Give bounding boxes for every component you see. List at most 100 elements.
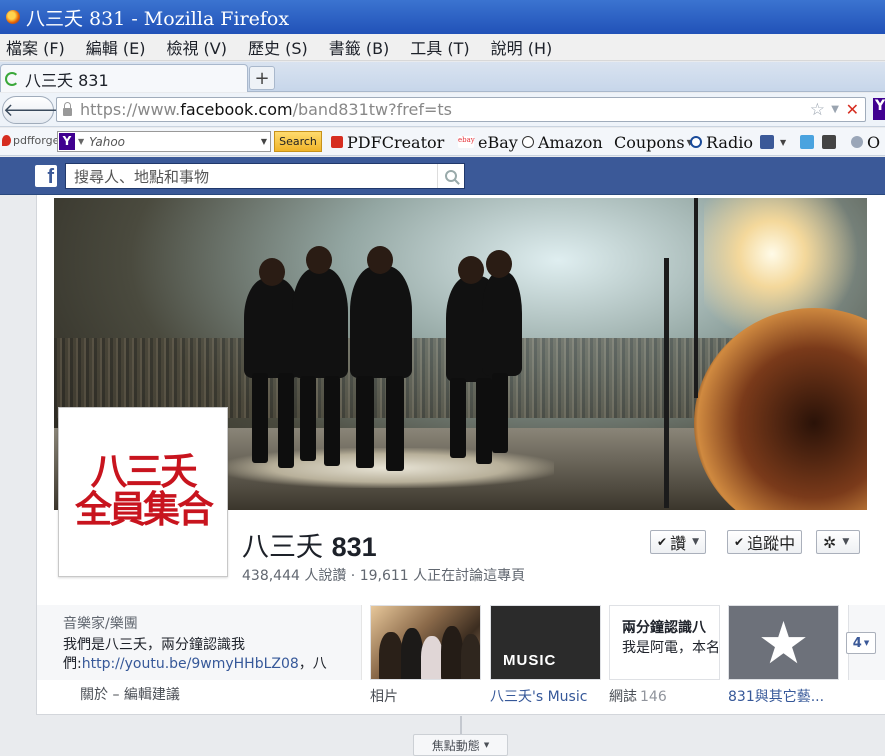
- back-button[interactable]: 🡐: [3, 100, 51, 121]
- youtube-link[interactable]: http://youtu.be/9wmyHHbLZ08: [82, 656, 299, 672]
- timeline-line: [460, 716, 462, 734]
- notes-app-thumb[interactable]: 兩分鐘認識八 我是阿電，本名: [609, 605, 720, 680]
- loading-icon: [5, 71, 19, 86]
- other-label-text: 831與其它藝...: [728, 689, 825, 705]
- about-box: 音樂家/樂團 我們是八三夭，兩分鐘認識我們:http://youtu.be/9w…: [37, 605, 362, 680]
- bookmark-coupons[interactable]: Coupons ▼: [614, 131, 693, 153]
- logo-line-2: 全員集合: [75, 487, 214, 531]
- band-member-4-leg: [476, 378, 492, 464]
- search-icon[interactable]: [437, 164, 464, 188]
- page-category[interactable]: 音樂家/樂團: [63, 613, 361, 633]
- url-bar[interactable]: https://www.facebook.com/band831tw?fref=…: [56, 97, 866, 122]
- bookmark-facebook[interactable]: ▼: [760, 131, 786, 153]
- bookmark-overflow[interactable]: O: [851, 131, 880, 153]
- yahoo-logo-icon: Y: [59, 133, 75, 150]
- ebay-icon: ebay: [458, 136, 475, 148]
- other-app-label[interactable]: 831與其它藝...: [728, 686, 848, 706]
- stop-icon[interactable]: ✕: [846, 100, 859, 119]
- notes-thumb-line: 我是阿電，本名: [622, 640, 720, 656]
- photos-label-text: 相片: [370, 689, 398, 705]
- menu-bookmarks[interactable]: 書籤 (B): [329, 35, 390, 59]
- like-button[interactable]: ✔ 讚 ▼: [650, 530, 706, 554]
- new-tab-button[interactable]: +: [249, 66, 275, 90]
- twitter-icon: [800, 135, 814, 149]
- about-links[interactable]: 關於 – 編輯建議: [80, 684, 180, 704]
- page-stats: 438,444 人說讚 · 19,611 人正在討論這專頁: [242, 565, 525, 585]
- music-thumb-label: MUSIC: [503, 652, 557, 669]
- browser-tab[interactable]: 八三夭 831: [0, 64, 248, 92]
- yahoo-icon[interactable]: Y: [873, 98, 885, 120]
- bookmark-star-icon[interactable]: ☆: [810, 100, 825, 120]
- profile-picture[interactable]: 八三夭 全員集合: [58, 407, 228, 577]
- other-app-thumb[interactable]: ★: [728, 605, 839, 680]
- facebook-logo-icon[interactable]: f: [35, 165, 57, 187]
- url-history-dropdown-icon[interactable]: ▼: [831, 104, 839, 115]
- facebook-small-icon: [760, 135, 774, 149]
- recent-activity-button[interactable]: 焦點動態 ▼: [413, 734, 508, 756]
- bookmark-amazon[interactable]: Amazon: [522, 131, 603, 153]
- music-app-thumb[interactable]: MUSIC: [490, 605, 601, 680]
- gear-icon: [851, 136, 863, 148]
- band-member-5-head: [486, 250, 512, 278]
- menu-history[interactable]: 歷史 (S): [248, 35, 308, 59]
- menu-tools[interactable]: 工具 (T): [410, 35, 469, 59]
- pdfforge-icon: [2, 135, 11, 146]
- lock-icon: [63, 101, 72, 116]
- notes-app-label[interactable]: 網誌 146: [609, 686, 720, 706]
- menu-help[interactable]: 說明 (H): [491, 35, 553, 59]
- check-icon: ✔: [734, 535, 745, 549]
- music-label-text: 八三夭's Music: [490, 689, 588, 705]
- menu-view[interactable]: 檢視 (V): [166, 35, 227, 59]
- bookmark-radio[interactable]: Radio: [690, 131, 753, 153]
- bookmark-ebay[interactable]: ebay eBay: [458, 131, 518, 153]
- description-tail: ，八: [298, 656, 327, 672]
- chevron-down-icon: ▼: [692, 537, 699, 547]
- facebook-search-input[interactable]: 搜尋人、地點和事物: [65, 163, 465, 189]
- url-path: /band831tw?fref=ts: [292, 100, 452, 119]
- stats-separator: ·: [350, 568, 356, 584]
- photo-figure: [441, 626, 463, 679]
- page-title-cjk: 八三夭: [242, 532, 323, 563]
- band-member-3: [350, 266, 412, 378]
- bookmark-radio-label: Radio: [706, 132, 753, 152]
- page-title[interactable]: 八三夭 831: [242, 525, 377, 564]
- search-history-dropdown-icon[interactable]: ▼: [261, 137, 267, 146]
- bookmark-twitter[interactable]: [800, 131, 818, 153]
- band-member-5: [482, 272, 522, 376]
- firefox-icon: [6, 10, 20, 24]
- pdfforge-logo[interactable]: pdfforge: [2, 134, 59, 147]
- likes-count[interactable]: 438,444 人說讚: [242, 568, 346, 584]
- band-member-4-head: [458, 256, 484, 284]
- pdfforge-label: pdfforge: [13, 134, 60, 147]
- notes-label-text: 網誌: [609, 689, 637, 705]
- bookmark-pdfcreator[interactable]: PDFCreator: [331, 131, 444, 153]
- band-member-5-leg: [492, 373, 508, 453]
- page-settings-button[interactable]: ✲ ▼: [816, 530, 860, 554]
- notes-count: 146: [640, 689, 667, 705]
- yahoo-search-button[interactable]: Search: [274, 131, 322, 152]
- bookmark-pdfcreator-label: PDFCreator: [347, 132, 445, 152]
- bookmark-googleplus[interactable]: [822, 131, 840, 153]
- photo-figure: [401, 628, 423, 679]
- yahoo-search-field[interactable]: Y ▼ Yahoo ▼: [57, 131, 271, 152]
- talking-count: 19,611 人正在討論這專頁: [359, 568, 526, 584]
- photo-figure: [421, 636, 443, 679]
- mic-stand: [664, 258, 669, 508]
- yahoo-search-placeholder: Yahoo: [89, 134, 126, 149]
- chevron-down-icon: ▼: [863, 639, 870, 647]
- band-member-3-head: [367, 246, 393, 274]
- menu-edit[interactable]: 編輯 (E): [86, 35, 146, 59]
- url-host: facebook.com: [180, 100, 293, 119]
- photos-app-thumb[interactable]: [370, 605, 481, 680]
- amazon-icon: [522, 136, 534, 148]
- search-engine-dropdown-icon[interactable]: ▼: [78, 137, 84, 146]
- forward-button[interactable]: 🡒: [29, 100, 77, 121]
- follow-button[interactable]: ✔ 追蹤中: [727, 530, 803, 554]
- url-text: https://www.facebook.com/band831tw?fref=…: [80, 100, 452, 119]
- pdf-icon: [331, 136, 343, 148]
- photos-app-label[interactable]: 相片: [370, 686, 481, 706]
- more-apps-button[interactable]: 4 ▼: [846, 632, 876, 654]
- menu-file[interactable]: 檔案 (F): [6, 35, 65, 59]
- music-app-label[interactable]: 八三夭's Music: [490, 686, 608, 706]
- google-plus-icon: [822, 135, 836, 149]
